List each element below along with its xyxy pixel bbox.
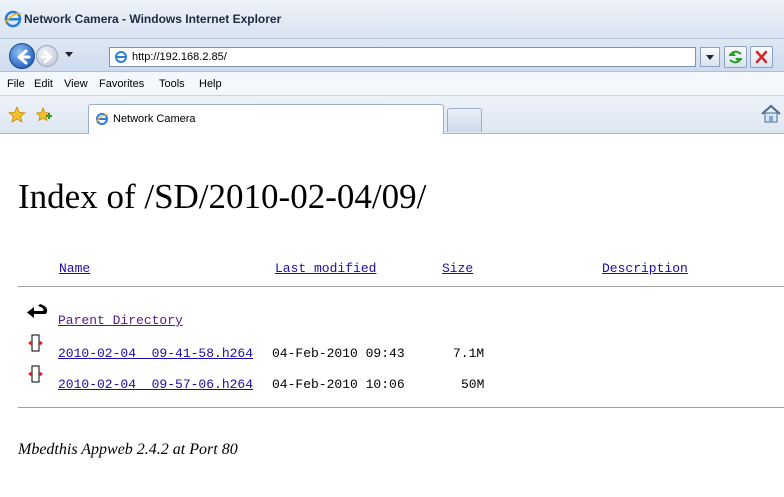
address-dropdown-button[interactable] — [700, 47, 720, 67]
address-bar[interactable]: http://192.168.2.85/ — [109, 47, 696, 67]
server-signature: Mbedthis Appweb 2.4.2 at Port 80 — [18, 441, 238, 458]
file-icon — [28, 334, 43, 352]
column-size-link[interactable]: Size — [442, 261, 473, 276]
back-button[interactable] — [9, 43, 35, 69]
forward-arrow-icon — [40, 50, 53, 64]
home-icon[interactable] — [760, 104, 782, 124]
menu-edit[interactable]: Edit — [34, 78, 53, 90]
file-size: 7.1M — [453, 346, 485, 361]
column-description-link[interactable]: Description — [602, 261, 688, 276]
tab-network-camera[interactable]: Network Camera — [88, 104, 444, 134]
back-arrow-icon — [17, 49, 31, 65]
footer-divider — [18, 407, 784, 408]
page-icon — [95, 113, 109, 125]
tab-label: Network Camera — [113, 113, 196, 125]
page-icon — [115, 51, 127, 63]
column-last-modified-link[interactable]: Last modified — [275, 261, 376, 276]
file-link[interactable]: 2010-02-04__09-57-06.h264 — [58, 377, 253, 392]
menu-bar: File Edit View Favorites Tools Help — [0, 72, 784, 96]
menu-view[interactable]: View — [64, 78, 88, 90]
address-url[interactable]: http://192.168.2.85/ — [132, 51, 227, 63]
file-icon — [28, 365, 43, 383]
internet-explorer-icon — [4, 10, 22, 28]
header-divider — [18, 286, 784, 287]
navigation-bar: http://192.168.2.85/ — [0, 39, 784, 72]
add-favorite-icon[interactable] — [34, 106, 52, 124]
recent-pages-dropdown-icon[interactable] — [63, 48, 75, 60]
menu-tools[interactable]: Tools — [159, 78, 185, 90]
new-tab-button[interactable] — [447, 108, 482, 132]
forward-button[interactable] — [36, 45, 58, 67]
tab-bar: Network Camera — [0, 96, 784, 134]
file-link[interactable]: 2010-02-04__09-41-58.h264 — [58, 346, 253, 361]
stop-button[interactable] — [750, 46, 773, 68]
page-title: Index of /SD/2010-02-04/09/ — [18, 177, 427, 216]
file-modified: 04-Feb-2010 10:06 — [272, 377, 405, 392]
window-title-bar[interactable]: Network Camera - Windows Internet Explor… — [0, 0, 784, 39]
menu-file[interactable]: File — [7, 78, 25, 90]
parent-directory-link[interactable]: Parent Directory — [58, 313, 183, 328]
stop-icon — [755, 50, 768, 64]
refresh-icon — [729, 50, 742, 64]
chevron-down-icon — [706, 55, 714, 60]
back-arrow-icon — [27, 304, 48, 318]
page-content: Index of /SD/2010-02-04/09/ Name Last mo… — [0, 135, 784, 497]
column-name-link[interactable]: Name — [59, 261, 90, 276]
menu-favorites[interactable]: Favorites — [99, 78, 144, 90]
file-modified: 04-Feb-2010 09:43 — [272, 346, 405, 361]
file-size: 50M — [461, 377, 485, 392]
favorites-star-icon[interactable] — [8, 106, 26, 124]
refresh-button[interactable] — [724, 46, 747, 68]
window-title: Network Camera - Windows Internet Explor… — [24, 12, 282, 26]
menu-help[interactable]: Help — [199, 78, 222, 90]
